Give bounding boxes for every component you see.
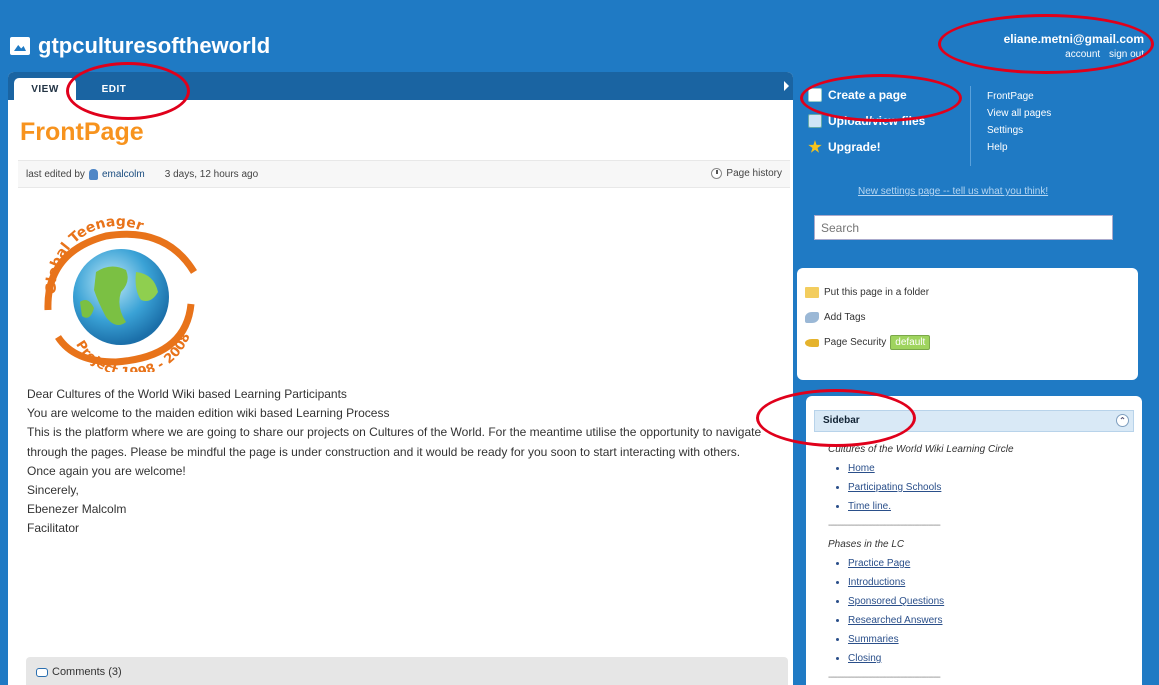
nav-help[interactable]: Help	[987, 139, 1051, 156]
body-line: Sincerely,	[27, 483, 79, 498]
page-meta-bar: last edited by emalcolm 3 days, 12 hours…	[18, 160, 790, 188]
key-icon	[805, 338, 819, 347]
sidebar-link-closing[interactable]: Closing	[848, 649, 1028, 668]
upgrade-label: Upgrade!	[828, 140, 881, 154]
annotation-ring-create	[800, 74, 962, 122]
body-line: Dear Cultures of the World Wiki based Le…	[27, 387, 347, 401]
search-input[interactable]	[814, 215, 1113, 240]
sidebar-separator: ----------------------------------------…	[828, 520, 941, 531]
comments-bar[interactable]: Comments (3)	[26, 657, 788, 685]
sidebar-link-researched-answers[interactable]: Researched Answers	[848, 611, 1028, 630]
sidebar-link-sponsored-questions[interactable]: Sponsored Questions	[848, 592, 1028, 611]
page-body: Dear Cultures of the World Wiki based Le…	[27, 385, 787, 539]
sidebar-links-1: Home Participating Schools Time line.	[848, 459, 1028, 516]
project-logo: Global Teenager Project 1998 - 2008	[44, 214, 197, 372]
collapse-arrow-icon[interactable]	[784, 81, 789, 91]
body-line: Facilitator	[27, 521, 80, 536]
annotation-ring-user	[938, 14, 1154, 74]
settings-notice-link[interactable]: New settings page -- tell us what you th…	[858, 186, 1048, 197]
phases-title: Phases in the LC	[828, 539, 905, 550]
folder-label: Put this page in a folder	[824, 287, 930, 298]
comments-label[interactable]: Comments (3)	[52, 666, 122, 678]
nav-frontpage[interactable]: FrontPage	[987, 88, 1051, 105]
body-line: You are welcome to the maiden edition wi…	[27, 406, 390, 421]
nav-view-all-pages[interactable]: View all pages	[987, 105, 1051, 122]
page-security-option[interactable]: Page Security default	[805, 330, 1138, 355]
editor-link[interactable]: emalcolm	[102, 169, 145, 180]
move-to-folder-option[interactable]: Put this page in a folder	[805, 280, 1138, 305]
security-label: Page Security	[824, 337, 887, 348]
star-icon	[808, 140, 822, 153]
upgrade-button[interactable]: Upgrade!	[808, 134, 925, 160]
add-tags-option[interactable]: Add Tags	[805, 305, 1138, 330]
annotation-ring-edit	[66, 62, 190, 120]
wiki-logo-icon	[10, 37, 30, 55]
clock-icon	[711, 168, 723, 179]
nav-links: FrontPage View all pages Settings Help	[987, 88, 1051, 156]
main-panel: VIEW EDIT FrontPage last edited by emalc…	[8, 72, 793, 685]
sidebar-link-introductions[interactable]: Introductions	[848, 573, 1028, 592]
body-line: Once again you are welcome!	[27, 463, 186, 478]
page-history-label: Page history	[726, 168, 782, 179]
wiki-title[interactable]: gtpculturesoftheworld	[10, 33, 270, 59]
divider	[970, 86, 971, 166]
sidebar-link-summaries[interactable]: Summaries	[848, 630, 1028, 649]
wiki-name: gtpculturesoftheworld	[38, 33, 271, 58]
sidebar-content: Cultures of the World Wiki Learning Circ…	[828, 440, 1028, 685]
collapse-icon[interactable]: ⌃	[1116, 414, 1129, 427]
sidebar-link-practice-page[interactable]: Practice Page	[848, 554, 1028, 573]
tags-label: Add Tags	[824, 312, 866, 323]
body-line: This is the platform where we are going …	[27, 425, 762, 459]
sidebar-link-home[interactable]: Home	[848, 459, 1028, 478]
folder-icon	[805, 287, 819, 298]
sidebar-link-participating-schools[interactable]: Participating Schools	[848, 478, 1028, 497]
last-edited-label: last edited by	[26, 168, 85, 180]
sidebar-separator: ----------------------------------------…	[828, 672, 941, 683]
page-title: FrontPage	[20, 118, 144, 146]
page-history-link[interactable]: Page history	[711, 168, 782, 179]
edit-time: 3 days, 12 hours ago	[164, 168, 259, 180]
sidebar-links-2: Practice Page Introductions Sponsored Qu…	[848, 554, 1028, 668]
annotation-ring-sidebar	[756, 389, 916, 447]
security-badge: default	[890, 335, 931, 350]
nav-settings[interactable]: Settings	[987, 122, 1051, 139]
page-options: Put this page in a folder Add Tags Page …	[797, 268, 1138, 380]
user-icon	[88, 168, 98, 180]
body-line: Ebenezer Malcolm	[27, 502, 127, 517]
comment-icon	[36, 667, 48, 677]
sidebar-link-time-line[interactable]: Time line.	[848, 497, 1028, 516]
upload-icon	[808, 114, 822, 128]
tag-icon	[805, 312, 819, 323]
